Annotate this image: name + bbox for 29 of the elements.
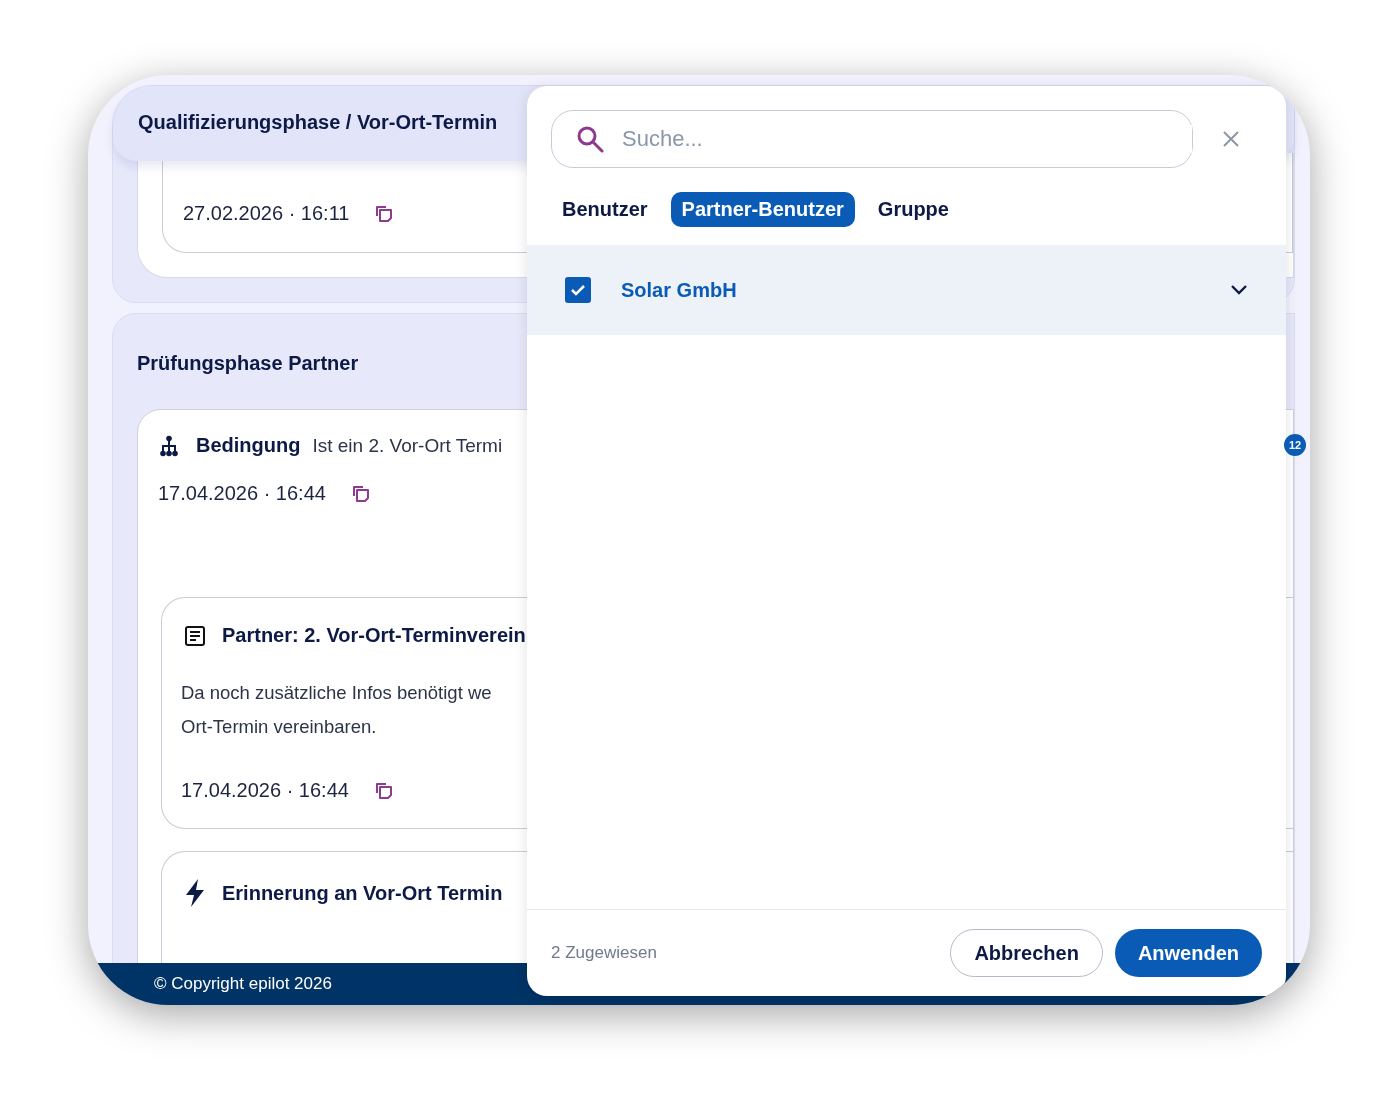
count-badge: 12 <box>1284 434 1306 456</box>
section-title: Qualifizierungsphase / Vor-Ort-Termin <box>138 111 498 134</box>
step-title: Erinnerung an Vor-Ort Termin <box>222 881 503 905</box>
timestamp: 27.02.2026 · 16:11 <box>183 202 350 225</box>
tab[interactable]: Partner-Benutzer <box>670 192 855 227</box>
close-icon[interactable] <box>1223 131 1239 147</box>
search-icon <box>576 125 604 153</box>
assigned-count: 2 Zugewiesen <box>551 943 657 963</box>
lightning-icon <box>184 878 206 908</box>
cancel-button[interactable]: Abbrechen <box>950 929 1103 977</box>
phase-title: Prüfungsphase Partner <box>137 352 360 375</box>
condition-text: Ist ein 2. Vor-Ort Termi <box>312 434 503 457</box>
step-description: Da noch zusätzliche Infos benötigt we <box>181 681 493 705</box>
checkbox[interactable] <box>565 277 591 303</box>
tab[interactable]: Benutzer <box>551 192 659 227</box>
condition-label: Bedingung <box>196 434 301 457</box>
timestamp: 17.04.2026 · 16:44 <box>181 779 349 802</box>
tab[interactable]: Gruppe <box>866 192 960 227</box>
chevron-down-icon[interactable] <box>1230 284 1248 296</box>
document-icon <box>184 624 206 647</box>
apply-button[interactable]: Anwenden <box>1114 929 1262 977</box>
copyright-text: © Copyright epilot 2026 <box>154 974 332 994</box>
step-description: Ort-Termin vereinbaren. <box>181 715 378 739</box>
search-field[interactable]: Suche... <box>551 110 1193 168</box>
timestamp: 17.04.2026 · 16:44 <box>158 482 326 505</box>
step-title: Partner: 2. Vor-Ort-Terminverein <box>222 624 526 647</box>
hierarchy-icon <box>158 434 180 457</box>
list-item[interactable]: Solar GmbH <box>527 245 1286 335</box>
item-label: Solar GmbH <box>621 278 738 302</box>
